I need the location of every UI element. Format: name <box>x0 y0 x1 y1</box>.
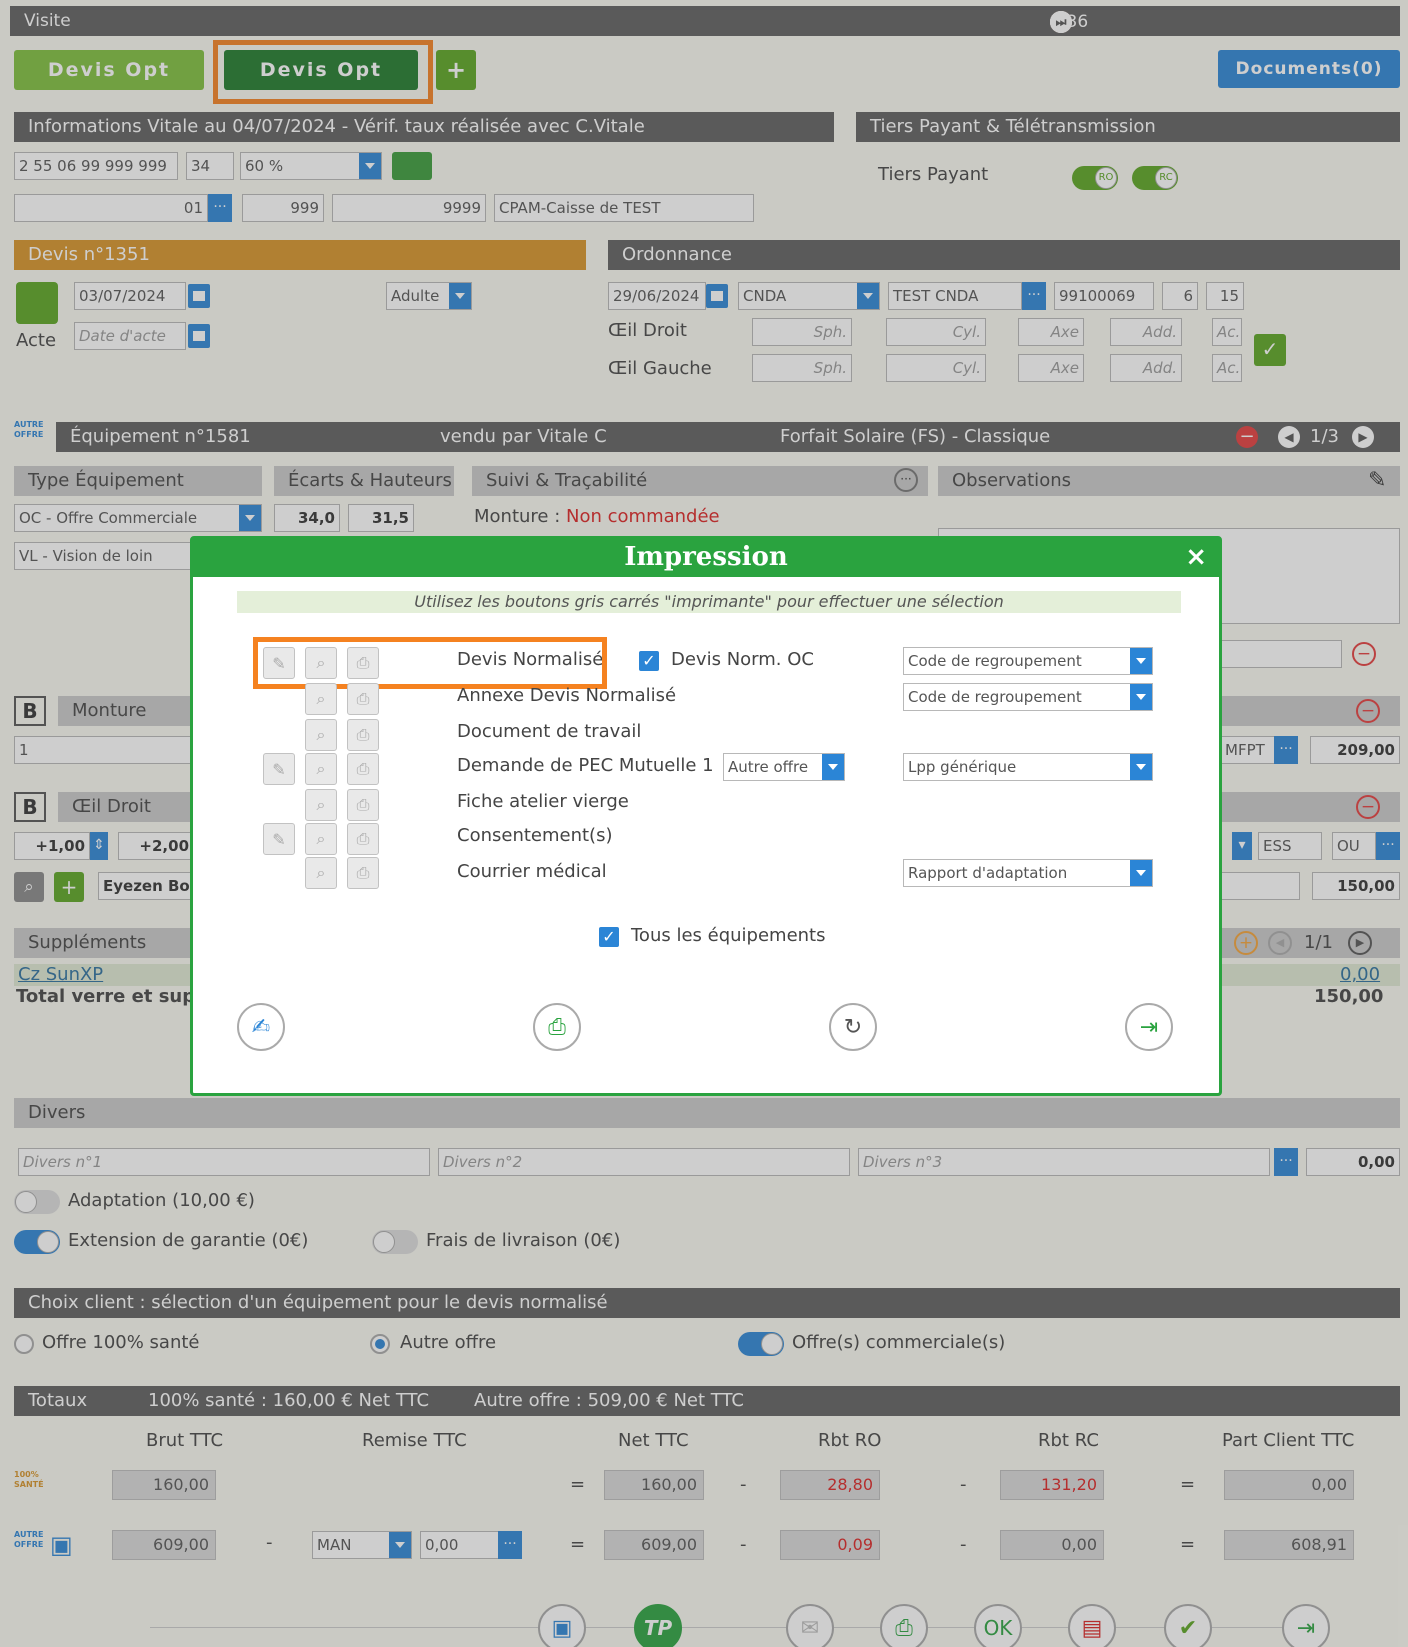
tous-equipements-checkbox[interactable]: ✓ <box>599 927 619 947</box>
preview-icon[interactable]: ⌕ <box>305 789 337 821</box>
code-regroupement-select-1[interactable]: Code de regroupement <box>903 647 1153 675</box>
printer-icon[interactable]: ⎙ <box>347 789 379 821</box>
modal-title: Impression <box>193 539 1219 577</box>
printer-icon[interactable]: ⎙ <box>347 857 379 889</box>
row-consentements: Consentement(s) <box>457 825 613 846</box>
preview-icon[interactable]: ⌕ <box>305 823 337 855</box>
lpp-select[interactable]: Lpp générique <box>903 753 1153 781</box>
chevron-down-icon <box>1130 754 1152 780</box>
autre-offre-value: Autre offre <box>728 758 809 776</box>
code-regroupement-value-2: Code de regroupement <box>908 688 1082 706</box>
devis-norm-oc-label: Devis Norm. OC <box>671 649 814 670</box>
chevron-down-icon <box>1130 648 1152 674</box>
code-regroupement-value-1: Code de regroupement <box>908 652 1082 670</box>
sign-icon[interactable]: ✎ <box>263 823 295 855</box>
row-annexe: Annexe Devis Normalisé <box>457 685 677 706</box>
printer-icon[interactable]: ⎙ <box>347 823 379 855</box>
preview-icon[interactable]: ⌕ <box>305 753 337 785</box>
autre-offre-select[interactable]: Autre offre <box>723 753 845 781</box>
page: Visite + − ⋯ ⏮ ◀ 1/36 ▶ ⏭ Devis Opt Devi… <box>0 0 1408 1647</box>
preview-icon[interactable]: ⌕ <box>305 719 337 751</box>
printer-icon[interactable]: ⎙ <box>347 683 379 715</box>
code-regroupement-select-2[interactable]: Code de regroupement <box>903 683 1153 711</box>
highlight-devis-normalise <box>253 637 607 689</box>
row-fiche-atelier: Fiche atelier vierge <box>457 791 629 812</box>
modal-exit-button[interactable]: ⇥ <box>1125 1003 1173 1051</box>
chevron-down-icon <box>1130 860 1152 886</box>
devis-norm-oc-checkbox[interactable]: ✓ <box>639 651 659 671</box>
sign-icon[interactable]: ✎ <box>263 753 295 785</box>
signature-button[interactable]: ✍ <box>237 1003 285 1051</box>
rapport-value: Rapport d'adaptation <box>908 864 1068 882</box>
close-icon[interactable]: × <box>1185 543 1207 571</box>
row-courrier-medical: Courrier médical <box>457 861 607 882</box>
modal-print-button[interactable]: ⎙ <box>533 1003 581 1051</box>
lpp-value: Lpp générique <box>908 758 1017 776</box>
chevron-down-icon <box>822 754 844 780</box>
row-demande-pec: Demande de PEC Mutuelle 1 <box>457 755 714 776</box>
tous-equipements-label: Tous les équipements <box>631 925 826 946</box>
printer-icon[interactable]: ⎙ <box>347 719 379 751</box>
impression-modal: Impression × Utilisez les boutons gris c… <box>190 536 1222 1096</box>
chevron-down-icon <box>1130 684 1152 710</box>
refresh-button[interactable]: ↻ <box>829 1003 877 1051</box>
preview-icon[interactable]: ⌕ <box>305 857 337 889</box>
modal-hint: Utilisez les boutons gris carrés "imprim… <box>237 591 1181 613</box>
row-document-travail: Document de travail <box>457 721 642 742</box>
printer-icon[interactable]: ⎙ <box>347 753 379 785</box>
preview-icon[interactable]: ⌕ <box>305 683 337 715</box>
rapport-select[interactable]: Rapport d'adaptation <box>903 859 1153 887</box>
